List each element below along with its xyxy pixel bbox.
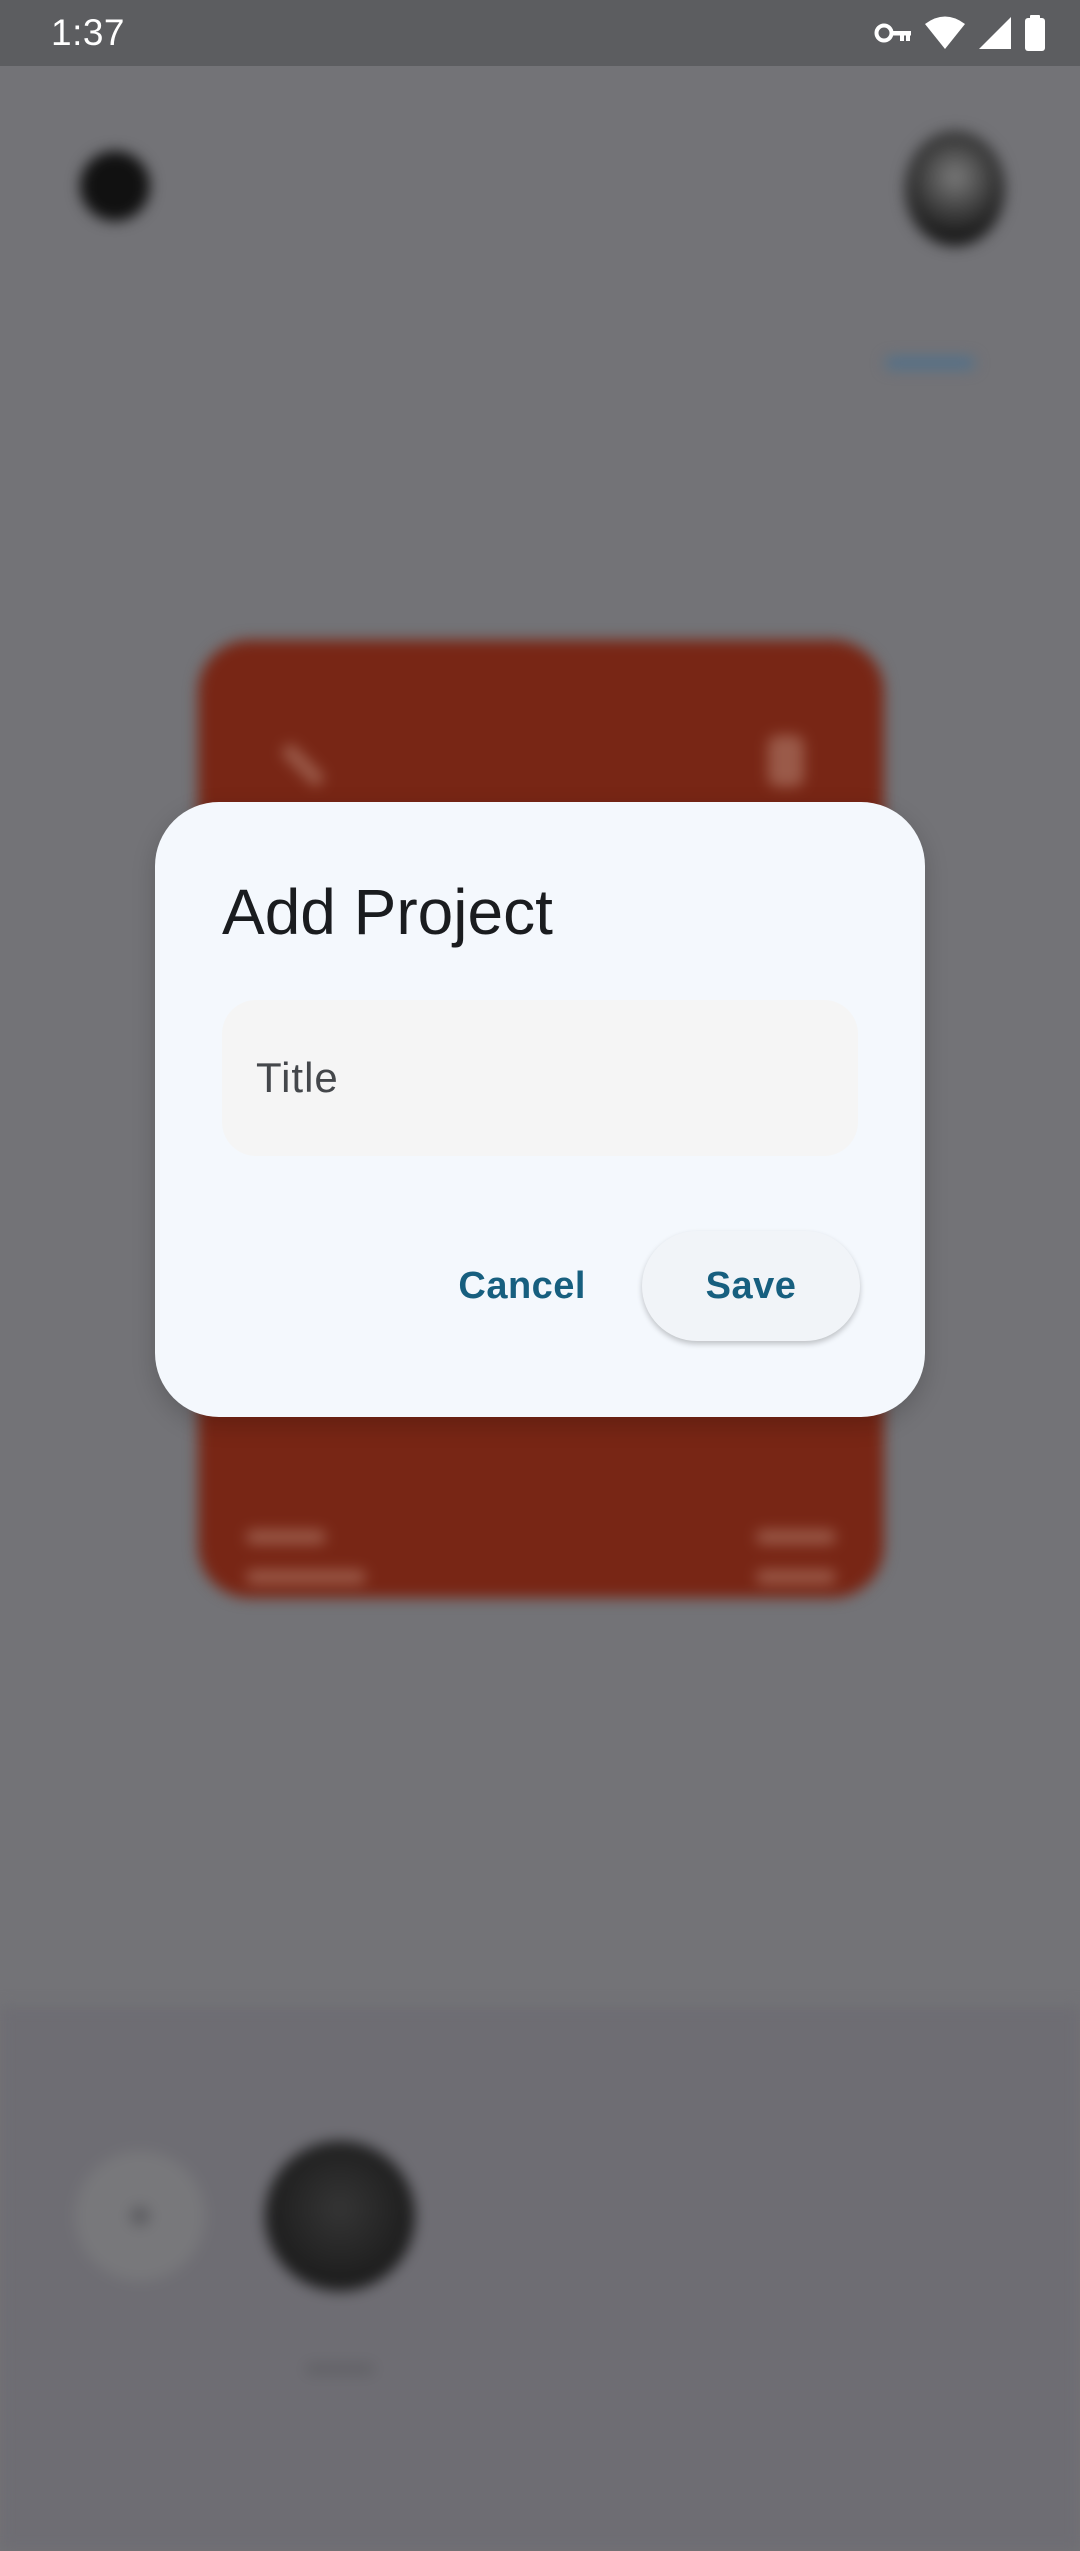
wifi-icon bbox=[924, 16, 966, 50]
card-meta bbox=[246, 1530, 326, 1544]
bottom-panel bbox=[0, 2006, 1080, 2551]
edit-icon bbox=[280, 742, 326, 788]
save-button[interactable]: Save bbox=[642, 1231, 860, 1341]
status-icons bbox=[874, 13, 1046, 53]
card-meta bbox=[756, 1570, 836, 1584]
background-header-action bbox=[885, 357, 975, 369]
dialog-title: Add Project bbox=[222, 876, 553, 948]
project-avatar-background bbox=[265, 2141, 415, 2291]
cell-signal-icon bbox=[978, 16, 1012, 50]
card-meta bbox=[246, 1570, 366, 1584]
add-project-button-background bbox=[75, 2151, 205, 2281]
app-logo bbox=[80, 151, 150, 221]
vpn-key-icon bbox=[874, 22, 912, 44]
delete-icon bbox=[768, 735, 804, 787]
dialog-actions: Cancel Save bbox=[432, 1230, 860, 1342]
avatar bbox=[905, 131, 1005, 246]
cancel-button[interactable]: Cancel bbox=[432, 1236, 612, 1336]
status-bar: 1:37 bbox=[0, 0, 1080, 66]
card-meta bbox=[756, 1530, 836, 1544]
add-project-dialog: Add Project Cancel Save bbox=[155, 802, 925, 1417]
project-label-background bbox=[305, 2363, 375, 2375]
title-input[interactable] bbox=[222, 1000, 858, 1156]
status-time: 1:37 bbox=[51, 12, 126, 53]
battery-icon bbox=[1024, 15, 1046, 51]
